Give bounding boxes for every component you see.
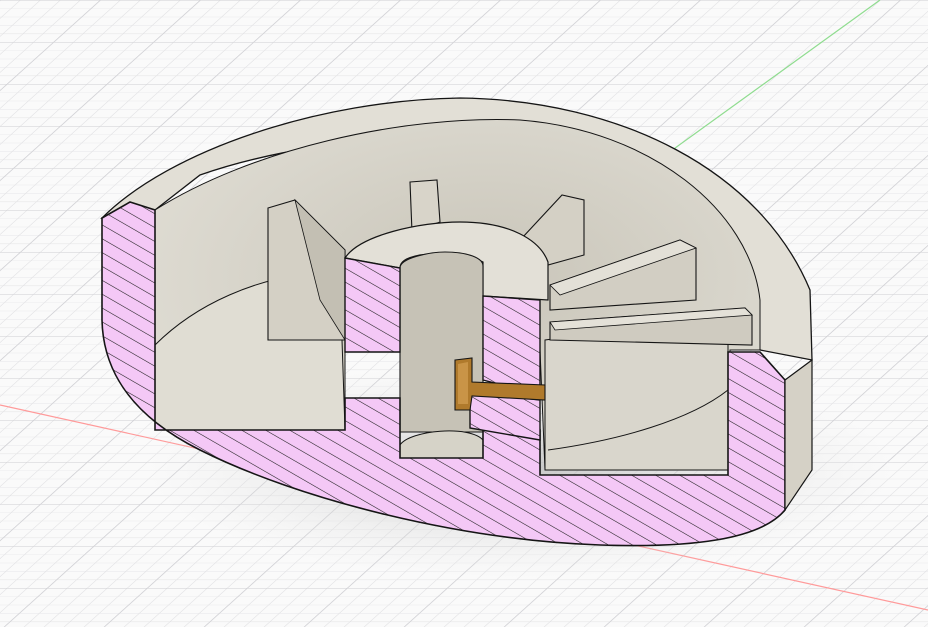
section-cut-hub-left [344,257,401,353]
cad-scene [0,0,928,627]
canvas-viewport[interactable] [0,0,928,627]
section-cut-hub-right [482,295,541,396]
brass-insert-highlight [458,362,468,404]
